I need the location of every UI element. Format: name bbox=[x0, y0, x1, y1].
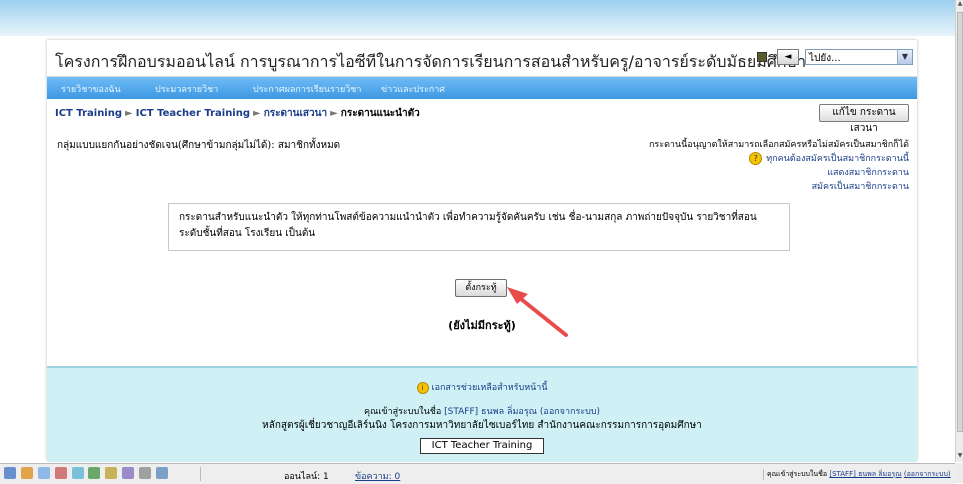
browser-viewport: โครงการฝึกอบรมออนไลน์ การบูรณาการไอซีทีใ… bbox=[0, 0, 955, 462]
notes-icon[interactable] bbox=[139, 467, 151, 479]
scroll-up-icon[interactable]: ▲ bbox=[957, 0, 963, 8]
annotation-arrow-icon bbox=[507, 287, 568, 337]
vertical-scrollbar[interactable]: ▲ ▼ bbox=[955, 0, 963, 462]
tag-icon[interactable] bbox=[105, 467, 118, 479]
scroll-down-icon[interactable]: ▼ bbox=[957, 452, 963, 460]
scrollbar-thumb[interactable] bbox=[957, 12, 963, 432]
dock-icons bbox=[4, 467, 170, 481]
dock-statusbar: ออนไลน์: 1 ข้อความ: 0 คุณเข้าสู่ระบบในชื… bbox=[0, 463, 955, 484]
statusbar-corner bbox=[955, 463, 963, 483]
statusbar-divider bbox=[200, 467, 201, 481]
statusbar-login-info: คุณเข้าสู่ระบบในชื่อ [STAFF] ธนพล ลิ่มอร… bbox=[763, 469, 951, 480]
group-icon[interactable] bbox=[122, 467, 135, 479]
mail-icon[interactable] bbox=[37, 467, 50, 479]
users-icon[interactable] bbox=[4, 467, 16, 479]
search-icon[interactable] bbox=[155, 467, 168, 479]
statusbar-login-prefix: คุณเข้าสู่ระบบในชื่อ bbox=[767, 470, 828, 478]
statusbar-logout-link[interactable]: (ออกจากระบบ) bbox=[904, 470, 951, 478]
online-users-count[interactable]: ออนไลน์: 1 bbox=[284, 469, 329, 483]
calendar-icon[interactable] bbox=[54, 467, 67, 479]
messages-link[interactable]: ข้อความ: 0 bbox=[355, 469, 400, 483]
statusbar-user-link[interactable]: [STAFF] ธนพล ลิ่มอรุณ bbox=[829, 470, 901, 478]
profile-icon[interactable] bbox=[20, 467, 33, 479]
chat-icon[interactable] bbox=[71, 467, 84, 479]
forum-icon[interactable] bbox=[88, 467, 101, 479]
